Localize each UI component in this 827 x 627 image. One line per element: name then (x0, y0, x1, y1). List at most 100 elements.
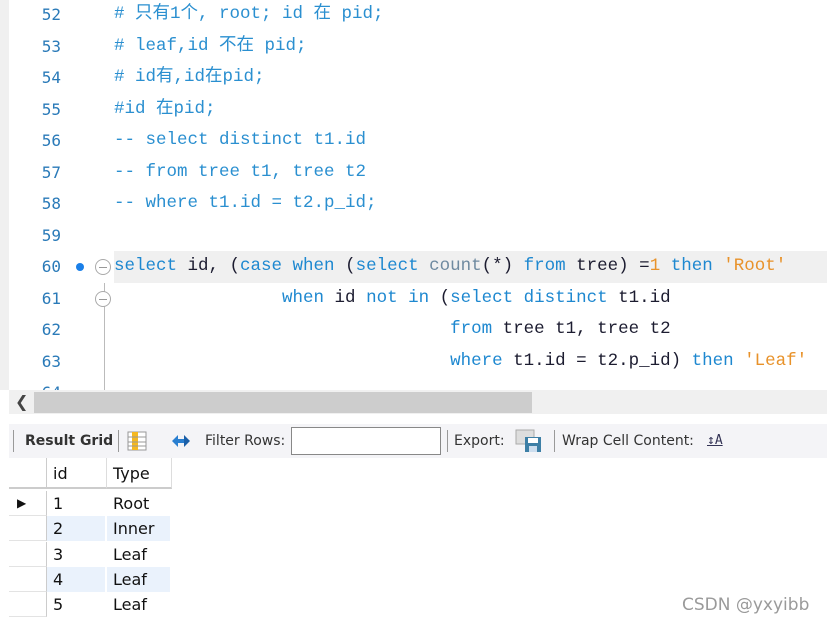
code-token: select (114, 256, 188, 276)
gutter (61, 283, 114, 315)
code-line[interactable]: 53 # leaf,id 不在 pid; (9, 31, 827, 63)
line-number: 57 (41, 162, 61, 182)
gutter (61, 251, 114, 283)
cell-type[interactable]: Leaf (107, 592, 170, 617)
code-text: select id, (case when (select count(*) f… (114, 251, 786, 283)
code-line[interactable]: 64 (9, 377, 827, 390)
code-token: from (523, 256, 577, 276)
code-line[interactable]: 61 when id not in (select distinct t1.id (9, 283, 827, 315)
row-selector[interactable] (9, 592, 47, 618)
code-line[interactable]: 56 -- select distinct t1.id (9, 125, 827, 157)
code-token: -- where t1.id = t2.p_id; (114, 193, 377, 213)
gutter (61, 188, 114, 220)
divider (13, 430, 14, 452)
code-line[interactable]: 63 where t1.id = t2.p_id) then 'Leaf' (9, 346, 827, 378)
export-icon[interactable] (515, 424, 543, 466)
code-line[interactable]: 62 from tree t1, tree t2 (9, 314, 827, 346)
line-number: 56 (41, 131, 61, 150)
result-toolbar: Result Grid Filter Rows: Export: Wrap Ce… (9, 424, 827, 458)
code-token: ( (345, 256, 356, 276)
gutter (61, 125, 114, 157)
table-row[interactable]: 4 Leaf (9, 566, 172, 592)
current-row-icon: ▶ (17, 496, 27, 510)
code-token: case when (240, 256, 346, 276)
line-number: 62 (41, 320, 61, 339)
result-grid-tab[interactable]: Result Grid (25, 424, 113, 458)
code-token: tree (576, 256, 619, 276)
cell-id[interactable]: 5 (47, 592, 105, 617)
line-number: 55 (41, 99, 61, 119)
horizontal-scrollbar[interactable]: ❮ (9, 390, 827, 414)
filter-rows-input[interactable] (291, 427, 441, 455)
column-header-id[interactable]: id (47, 458, 107, 489)
fold-collapse-icon[interactable] (95, 290, 111, 307)
wrap-cell-icon[interactable]: ↕A (707, 424, 723, 458)
cell-type[interactable]: Leaf (107, 566, 170, 592)
code-token: id (187, 256, 209, 276)
code-token: -- from tree t1, tree t2 (114, 161, 367, 182)
header-corner (9, 458, 47, 489)
code-line[interactable]: 52 # 只有1个, root; id 在 pid; (9, 0, 827, 31)
code-token: #id 在pid; (114, 98, 216, 119)
refresh-icon[interactable] (169, 424, 193, 464)
code-text: when id not in (select distinct t1.id (114, 283, 671, 315)
watermark: CSDN @yxyibb (682, 595, 810, 615)
code-text: where t1.id = t2.p_id) then 'Leaf' (114, 346, 807, 378)
row-selector[interactable] (9, 541, 47, 567)
gutter (61, 0, 114, 31)
code-line[interactable]: 59 (9, 220, 827, 252)
line-number: 60 (9, 251, 61, 283)
code-text: -- where t1.id = t2.p_id; (114, 188, 377, 220)
sql-editor[interactable]: 52 # 只有1个, root; id 在 pid; 53 # leaf,id 不在 … (0, 0, 827, 390)
cell-type[interactable]: Inner (107, 516, 170, 542)
code-token: where (450, 350, 514, 371)
table-row[interactable]: 3 Leaf (9, 541, 172, 567)
scrollbar-thumb[interactable] (34, 392, 532, 413)
gutter (61, 157, 114, 189)
line-number: 59 (41, 225, 61, 245)
column-header-type[interactable]: Type (107, 458, 172, 489)
code-token: then (660, 256, 724, 276)
breakpoint-dot-icon[interactable] (76, 263, 84, 271)
row-selector[interactable]: ▶ (9, 491, 47, 516)
code-line[interactable]: 55 #id 在pid; (9, 94, 827, 126)
gutter (61, 62, 114, 94)
code-line[interactable]: 60 select id, (case when (select count(*)… (9, 251, 827, 283)
code-token: not in (355, 287, 440, 308)
code-line[interactable]: 57 -- from tree t1, tree t2 (9, 157, 827, 189)
cell-id[interactable]: 3 (47, 542, 105, 567)
cell-id[interactable]: 2 (47, 516, 105, 542)
row-selector[interactable] (9, 516, 47, 542)
cell-type[interactable]: Leaf (107, 542, 170, 567)
code-token: 'Leaf' (744, 350, 808, 371)
gutter (61, 94, 114, 126)
line-number: 53 (41, 36, 61, 56)
code-token: (*) (481, 256, 524, 276)
wrap-cell-label: Wrap Cell Content: (562, 433, 694, 449)
scroll-left-icon[interactable]: ❮ (15, 390, 28, 414)
cell-type[interactable]: Root (107, 491, 170, 516)
code-text: # id有,id在pid; (114, 62, 265, 94)
cell-id[interactable]: 4 (47, 566, 105, 592)
code-line[interactable]: 58 -- where t1.id = t2.p_id; (9, 188, 827, 220)
table-row[interactable]: 5 Leaf (9, 592, 172, 618)
code-text: -- select distinct t1.id (114, 125, 366, 157)
table-row[interactable]: 2 Inner (9, 516, 172, 542)
code-token: -- select distinct t1.id (114, 130, 367, 150)
code-token: , ( (208, 256, 241, 276)
fold-collapse-icon[interactable] (95, 259, 111, 275)
code-text: from tree t1, tree t2 (114, 314, 671, 346)
row-selector[interactable] (9, 566, 47, 592)
table-row[interactable]: ▶ 1 Root (9, 491, 172, 516)
line-number: 52 (41, 5, 61, 24)
code-token: t1.id (618, 287, 671, 308)
code-line[interactable]: 54 # id有,id在pid; (9, 62, 827, 94)
code-text: #id 在pid; (114, 94, 216, 126)
cell-id[interactable]: 1 (47, 491, 105, 516)
code-token: count (429, 256, 482, 276)
code-token: ) (670, 350, 682, 371)
code-token: 1 (649, 256, 661, 276)
